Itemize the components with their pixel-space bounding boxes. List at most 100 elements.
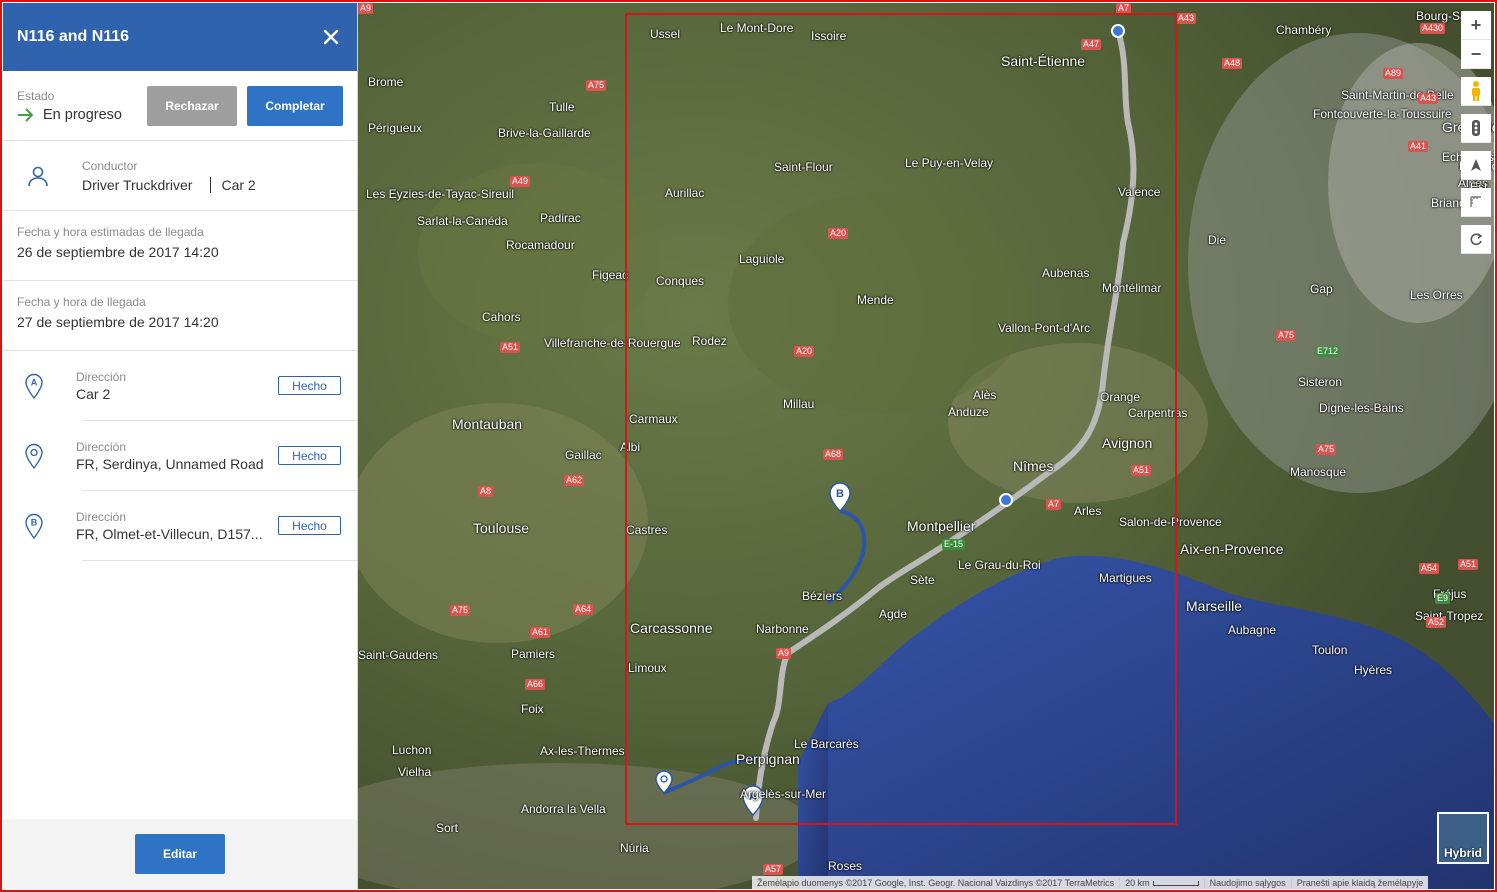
person-icon <box>28 166 48 186</box>
city-label: Ussel <box>650 27 681 41</box>
road-shield: A51 <box>500 342 521 353</box>
road-shield: A51 <box>1458 559 1479 570</box>
city-label: Millau <box>783 397 815 411</box>
city-label: Brive-la-Gaillarde <box>498 126 591 140</box>
city-label: Gap <box>1310 282 1333 296</box>
ruler-icon <box>1470 196 1481 207</box>
road-shield: A54 <box>1419 563 1440 574</box>
city-label: Toulouse <box>473 520 530 536</box>
road-shield: A9 <box>358 3 374 14</box>
refresh-icon <box>1470 233 1483 246</box>
city-label: Toulon <box>1312 643 1348 657</box>
pin-letter: A <box>31 378 38 388</box>
city-label: Sort <box>436 821 459 835</box>
close-icon <box>323 29 339 45</box>
city-label: Sarlat-la-Canéda <box>417 214 508 228</box>
road-shield: A43 <box>1418 93 1439 104</box>
city-label: Padirac <box>540 211 581 225</box>
panel-header: N116 and N116 <box>3 3 357 71</box>
eta-value: 26 de septiembre de 2017 14:20 <box>17 244 219 260</box>
complete-button[interactable]: Completar <box>247 85 343 126</box>
status-value: En progreso <box>43 106 122 123</box>
city-label: Anduze <box>948 405 989 419</box>
traffic-button[interactable] <box>1461 114 1491 143</box>
city-label: Die <box>1208 233 1227 247</box>
city-label: Carcassonne <box>630 620 713 636</box>
city-label: Alès <box>973 388 997 402</box>
street-view-button[interactable] <box>1461 77 1491 106</box>
zoom-out-button[interactable]: − <box>1461 40 1491 69</box>
city-label: Arles <box>1074 504 1102 518</box>
measure-button[interactable] <box>1461 188 1491 217</box>
arrow-right-icon <box>18 107 34 122</box>
city-label: Martigues <box>1099 571 1152 585</box>
road-shield: A43 <box>1176 13 1197 24</box>
city-label: Mende <box>857 293 894 307</box>
city-label: Fontcouverte-la-Toussuire <box>1313 107 1452 121</box>
zoom-in-button[interactable]: + <box>1461 11 1491 40</box>
report-error-link[interactable]: Pranešti apie klaidą žemėlapyje <box>1290 877 1429 888</box>
traffic-light-icon <box>1472 120 1480 136</box>
address-value: FR, Olmet-et-Villecun, D157... <box>76 526 263 542</box>
done-button[interactable]: Hecho <box>278 516 341 535</box>
city-label: Cahors <box>482 310 521 324</box>
pegman-icon <box>1472 81 1480 101</box>
road-shield: A51 <box>1131 465 1152 476</box>
city-label: Ax-les-Thermes <box>540 744 625 758</box>
vehicle-name: Car 2 <box>221 176 256 193</box>
scale-label: 20 km <box>1125 877 1150 888</box>
city-label: Vielha <box>398 765 432 779</box>
close-button[interactable] <box>319 25 343 49</box>
done-button[interactable]: Hecho <box>278 376 341 395</box>
map-pin-a-icon: A <box>25 373 43 399</box>
city-label: Les Eyzies-de-Tayac-Sireuil <box>366 187 515 201</box>
city-label: Núria <box>620 841 649 855</box>
separator <box>210 176 212 193</box>
road-shield: A75 <box>1276 330 1297 341</box>
city-label: Aubagne <box>1228 623 1277 637</box>
driver-section: Conductor Driver Truckdriver Car 2 <box>3 141 357 211</box>
road-shield: A20 <box>828 228 849 239</box>
city-label: Conques <box>656 274 705 288</box>
road-shield: A8 <box>478 486 494 497</box>
reject-button[interactable]: Rechazar <box>147 85 237 126</box>
map-pin-icon <box>25 443 43 469</box>
map-controls: + − <box>1461 11 1491 254</box>
city-label: Avignon <box>1102 435 1153 451</box>
city-label: Castres <box>626 523 668 537</box>
city-label: Aubenas <box>1042 266 1090 280</box>
city-label: Carpentras <box>1128 406 1188 420</box>
terms-link[interactable]: Naudojimo sąlygos <box>1203 877 1291 888</box>
city-label: Laguiole <box>739 252 785 266</box>
city-label: Brome <box>368 75 404 89</box>
road-shield: A7 <box>1046 499 1062 510</box>
city-label: Carmaux <box>629 412 678 426</box>
edit-button[interactable]: Editar <box>135 834 225 874</box>
road-shield: A62 <box>564 475 585 486</box>
city-label: Argelès-sur-Mer <box>740 787 827 801</box>
address-value: Car 2 <box>76 386 111 402</box>
city-label: Le Mont-Dore <box>720 21 794 35</box>
map-type-toggle[interactable]: Hybrid <box>1437 812 1489 864</box>
map-pin-b-icon: B <box>25 513 43 539</box>
map-view[interactable]: B A Ussel Le Mont-Dore Issoire Saint-Étienn… <box>358 3 1494 889</box>
city-label: Périgueux <box>368 121 423 135</box>
city-label: Les Orres <box>1410 288 1463 302</box>
city-label: Montauban <box>452 416 523 432</box>
map-type-label: Hybrid <box>1443 846 1482 860</box>
panel-footer: Editar <box>3 819 357 889</box>
status-label: Estado <box>17 88 55 103</box>
road-shield: A52 <box>1426 617 1447 628</box>
route-title: N116 and N116 <box>17 28 130 45</box>
road-shield: A57 <box>763 864 784 875</box>
locate-button[interactable] <box>1461 151 1491 180</box>
reset-view-button[interactable] <box>1461 225 1491 254</box>
done-button[interactable]: Hecho <box>278 446 341 465</box>
road-shield: A9 <box>776 648 792 659</box>
eta-section: Fecha y hora estimadas de llegada 26 de … <box>3 211 357 281</box>
city-label: Chambéry <box>1276 23 1332 37</box>
city-label: Gaillac <box>565 448 602 462</box>
road-shield: A49 <box>510 176 531 187</box>
road-shield: A89 <box>1383 68 1404 79</box>
city-label: Le Grau-du-Roi <box>958 558 1041 572</box>
